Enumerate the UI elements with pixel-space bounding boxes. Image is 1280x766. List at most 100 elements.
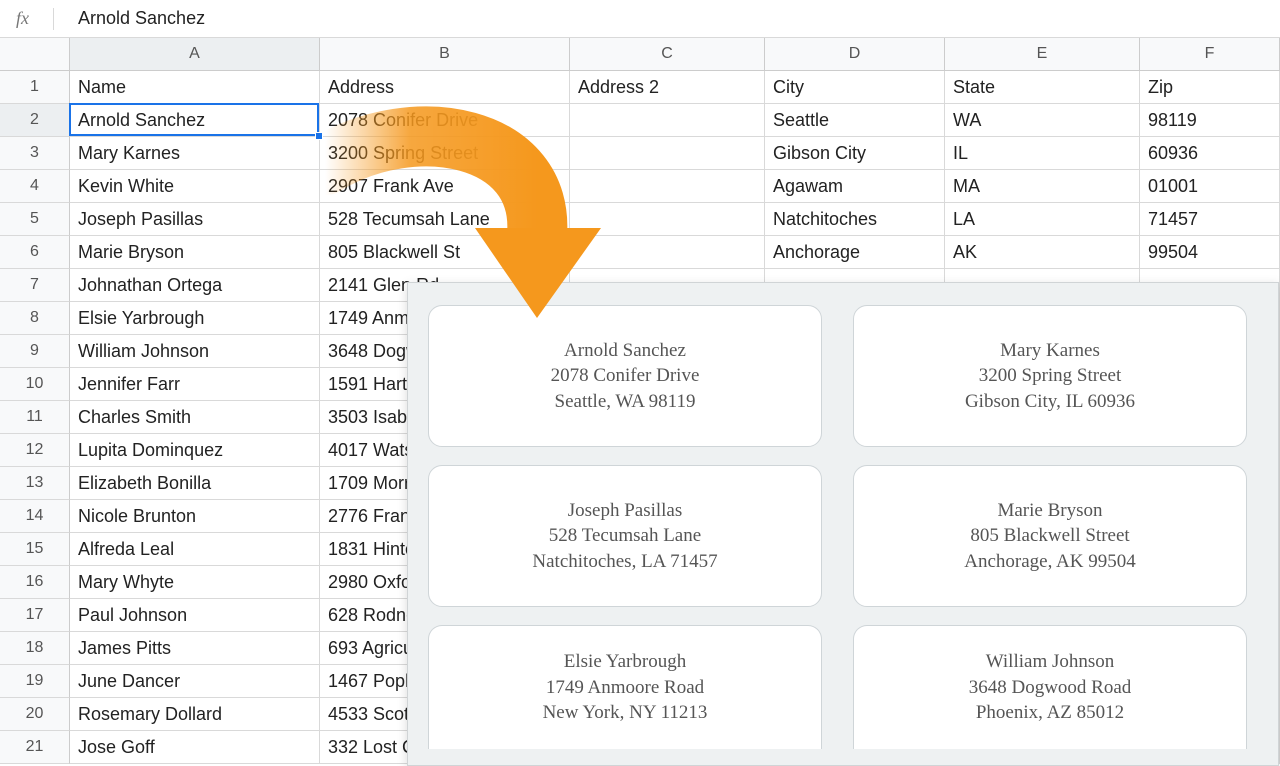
cell-A4[interactable]: Kevin White <box>70 170 320 203</box>
fill-handle[interactable] <box>315 132 323 140</box>
labels-preview-panel: Arnold Sanchez2078 Conifer DriveSeattle,… <box>407 282 1279 766</box>
cell-A2[interactable]: Arnold Sanchez <box>70 104 320 137</box>
cell-A7[interactable]: Johnathan Ortega <box>70 269 320 302</box>
cell-A15[interactable]: Alfreda Leal <box>70 533 320 566</box>
label-city-state-zip: Phoenix, AZ 85012 <box>976 700 1124 726</box>
row-header-17[interactable]: 17 <box>0 599 70 632</box>
address-label-card: Mary Karnes3200 Spring StreetGibson City… <box>853 305 1247 447</box>
row-header-7[interactable]: 7 <box>0 269 70 302</box>
row-header-3[interactable]: 3 <box>0 137 70 170</box>
cell-F6[interactable]: 99504 <box>1140 236 1280 269</box>
cell-D3[interactable]: Gibson City <box>765 137 945 170</box>
cell-B6[interactable]: 805 Blackwell St <box>320 236 570 269</box>
cell-A21[interactable]: Jose Goff <box>70 731 320 764</box>
cell-C1[interactable]: Address 2 <box>570 71 765 104</box>
column-header-F[interactable]: F <box>1140 38 1280 71</box>
row-header-5[interactable]: 5 <box>0 203 70 236</box>
cell-A18[interactable]: James Pitts <box>70 632 320 665</box>
label-address: 805 Blackwell Street <box>970 523 1129 549</box>
label-name: Elsie Yarbrough <box>564 649 686 675</box>
cell-A5[interactable]: Joseph Pasillas <box>70 203 320 236</box>
formula-input[interactable] <box>72 4 1270 33</box>
address-label-card: Marie Bryson805 Blackwell StreetAnchorag… <box>853 465 1247 607</box>
row-header-6[interactable]: 6 <box>0 236 70 269</box>
table-row: 5Joseph Pasillas528 Tecumsah Lane Natchit… <box>0 203 1280 236</box>
row-header-14[interactable]: 14 <box>0 500 70 533</box>
column-header-A[interactable]: A <box>70 38 320 71</box>
column-header-B[interactable]: B <box>320 38 570 71</box>
cell-A1[interactable]: Name <box>70 71 320 104</box>
row-header-21[interactable]: 21 <box>0 731 70 764</box>
row-header-12[interactable]: 12 <box>0 434 70 467</box>
column-header-C[interactable]: C <box>570 38 765 71</box>
cell-B1[interactable]: Address <box>320 71 570 104</box>
cell-A20[interactable]: Rosemary Dollard <box>70 698 320 731</box>
select-all-corner[interactable] <box>0 38 70 71</box>
label-address: 2078 Conifer Drive <box>551 363 700 389</box>
cell-A9[interactable]: William Johnson <box>70 335 320 368</box>
cell-A11[interactable]: Charles Smith <box>70 401 320 434</box>
row-header-16[interactable]: 16 <box>0 566 70 599</box>
cell-E1[interactable]: State <box>945 71 1140 104</box>
cell-F1[interactable]: Zip <box>1140 71 1280 104</box>
row-header-4[interactable]: 4 <box>0 170 70 203</box>
cell-D1[interactable]: City <box>765 71 945 104</box>
cell-B4[interactable]: 2907 Frank Ave <box>320 170 570 203</box>
cell-A12[interactable]: Lupita Dominquez <box>70 434 320 467</box>
column-header-E[interactable]: E <box>945 38 1140 71</box>
row-header-15[interactable]: 15 <box>0 533 70 566</box>
row-header-8[interactable]: 8 <box>0 302 70 335</box>
row-header-13[interactable]: 13 <box>0 467 70 500</box>
row-header-1[interactable]: 1 <box>0 71 70 104</box>
cell-D6[interactable]: Anchorage <box>765 236 945 269</box>
row-header-11[interactable]: 11 <box>0 401 70 434</box>
workspace: fx ABCDEF1NameAddressAddress 2CityStateZ… <box>0 0 1280 766</box>
cell-A13[interactable]: Elizabeth Bonilla <box>70 467 320 500</box>
cell-F5[interactable]: 71457 <box>1140 203 1280 236</box>
cell-B2[interactable]: 2078 Conifer Drive <box>320 104 570 137</box>
row-header-9[interactable]: 9 <box>0 335 70 368</box>
row-header-18[interactable]: 18 <box>0 632 70 665</box>
cell-C5[interactable] <box>570 203 765 236</box>
cell-C2[interactable] <box>570 104 765 137</box>
label-name: William Johnson <box>986 649 1115 675</box>
label-city-state-zip: Gibson City, IL 60936 <box>965 389 1135 415</box>
column-header-row: ABCDEF <box>0 38 1280 71</box>
cell-E3[interactable]: IL <box>945 137 1140 170</box>
table-row: 2Arnold Sanchez2078 Conifer Drive Seattle… <box>0 104 1280 137</box>
table-row: 1NameAddressAddress 2CityStateZip <box>0 71 1280 104</box>
cell-A19[interactable]: June Dancer <box>70 665 320 698</box>
cell-B5[interactable]: 528 Tecumsah Lane <box>320 203 570 236</box>
cell-A14[interactable]: Nicole Brunton <box>70 500 320 533</box>
address-label-card: William Johnson3648 Dogwood RoadPhoenix,… <box>853 625 1247 749</box>
cell-A10[interactable]: Jennifer Farr <box>70 368 320 401</box>
cell-F4[interactable]: 01001 <box>1140 170 1280 203</box>
cell-A16[interactable]: Mary Whyte <box>70 566 320 599</box>
cell-F2[interactable]: 98119 <box>1140 104 1280 137</box>
cell-D5[interactable]: Natchitoches <box>765 203 945 236</box>
label-name: Arnold Sanchez <box>564 338 686 364</box>
cell-D2[interactable]: Seattle <box>765 104 945 137</box>
label-address: 3648 Dogwood Road <box>969 675 1132 701</box>
cell-D4[interactable]: Agawam <box>765 170 945 203</box>
row-header-10[interactable]: 10 <box>0 368 70 401</box>
cell-F3[interactable]: 60936 <box>1140 137 1280 170</box>
table-row: 4Kevin White2907 Frank Ave AgawamMA01001 <box>0 170 1280 203</box>
cell-E6[interactable]: AK <box>945 236 1140 269</box>
cell-E2[interactable]: WA <box>945 104 1140 137</box>
row-header-19[interactable]: 19 <box>0 665 70 698</box>
cell-B3[interactable]: 3200 Spring Street <box>320 137 570 170</box>
cell-A8[interactable]: Elsie Yarbrough <box>70 302 320 335</box>
address-label-card: Joseph Pasillas528 Tecumsah LaneNatchito… <box>428 465 822 607</box>
column-header-D[interactable]: D <box>765 38 945 71</box>
cell-E4[interactable]: MA <box>945 170 1140 203</box>
row-header-20[interactable]: 20 <box>0 698 70 731</box>
cell-C3[interactable] <box>570 137 765 170</box>
cell-C6[interactable] <box>570 236 765 269</box>
cell-C4[interactable] <box>570 170 765 203</box>
cell-A17[interactable]: Paul Johnson <box>70 599 320 632</box>
cell-E5[interactable]: LA <box>945 203 1140 236</box>
row-header-2[interactable]: 2 <box>0 104 70 137</box>
cell-A3[interactable]: Mary Karnes <box>70 137 320 170</box>
cell-A6[interactable]: Marie Bryson <box>70 236 320 269</box>
